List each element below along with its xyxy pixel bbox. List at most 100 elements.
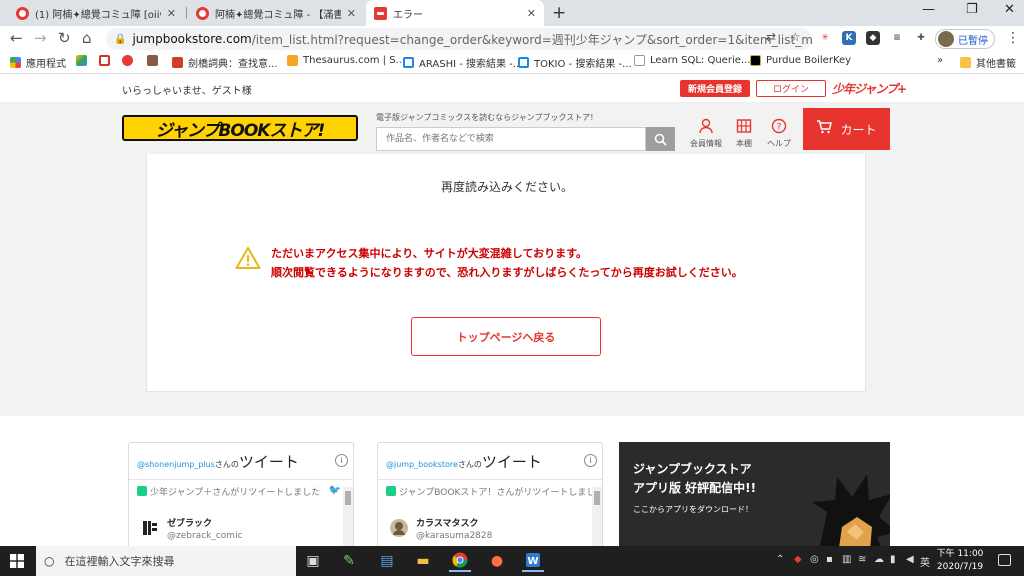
manga-character-illustration [812,474,890,546]
cart-button[interactable]: カート [803,108,890,150]
tweet-scrollbar[interactable] [592,487,602,546]
bookmark-arashi[interactable]: ARASHI - 搜索結果 -... [403,55,522,70]
window-close-icon[interactable]: ✕ [1004,2,1015,17]
tweet-account-link[interactable]: @jump_bookstore [386,460,458,469]
error-message-line-2: 順次閲覧できるようになりますので、恐れ入りますがしばらくたってから再度お試しくだ… [271,266,743,279]
bookmark-purdue[interactable]: Purdue BoilerKey [750,55,851,66]
purdue-icon [750,55,761,66]
bookmark-media[interactable] [147,55,163,66]
tweet-scrollbar[interactable] [343,487,353,546]
gmail-icon [99,55,110,66]
info-icon[interactable]: i [335,454,348,467]
search-input[interactable] [376,127,646,151]
restore-icon[interactable]: ❐ [966,2,978,17]
nav-member-info[interactable]: 会員情報 [686,118,726,149]
taskbar-search-box[interactable]: ○ 在這裡輸入文字來搜尋 [36,546,296,576]
tray-app-icon[interactable]: ▪ [826,554,833,565]
tray-ime-icon[interactable]: 英 [920,554,930,569]
app-download-banner[interactable]: ジャンプブックストア アプリ版 好評配信中!! ここからアプリをダウンロード！ [619,442,890,546]
address-bar[interactable]: 🔒 jumpbookstore.com /item_list.html?requ… [106,28,812,50]
scrollbar-thumb[interactable] [594,491,600,505]
bookmark-other[interactable]: 其他書籤 [960,55,1016,70]
tab-title: (1) 阿楠✦總覺コミュ障 [oiiwa] · [35,9,161,21]
site-logo[interactable]: ジャンプBOOKストア! [122,115,358,141]
bookmark-apps[interactable]: 應用程式 [10,55,66,70]
back-arrow-icon[interactable]: ← [10,29,23,47]
translate-icon[interactable]: ⇄ [766,30,776,44]
login-button[interactable]: ログイン [756,80,826,97]
jumpbookstore-favicon-icon [374,6,387,20]
tray-headset-icon[interactable]: ◎ [810,554,819,565]
tray-antivirus-icon[interactable]: ◆ [794,554,802,565]
bookmark-star-icon[interactable]: ☆ [790,30,801,44]
tweet-account-link[interactable]: @shonenjump_plus [137,460,215,469]
bookmark-drive[interactable] [76,55,92,66]
karasuma-avatar[interactable] [390,519,408,537]
forward-arrow-icon[interactable]: → [34,29,47,47]
close-icon[interactable]: ✕ [347,7,356,20]
tray-volume-icon[interactable]: ◀ [906,554,914,565]
document-icon [634,55,645,66]
tab-oiiwa-2[interactable]: 阿楠✦總覺コミュ障 - 【滿書推薦 ✕ [188,0,364,26]
info-icon[interactable]: i [584,454,597,467]
bookmarks-overflow-icon[interactable]: » [937,55,943,66]
paint-app-icon[interactable]: ✎ [338,550,360,572]
tweet-author-name[interactable]: ゼブラック [167,516,212,529]
tray-chevron-icon[interactable]: ⌃ [776,554,784,565]
profile-button[interactable]: 已暫停 [935,29,995,49]
tweet-author-handle[interactable]: @zebrack_comic [167,531,243,541]
lock-icon: 🔒 [114,33,127,45]
nav-bookshelf[interactable]: 本棚 [724,118,764,149]
minimize-icon[interactable]: — [922,2,935,17]
task-view-icon[interactable]: ▣ [302,550,324,572]
menu-kebab-icon[interactable]: ⋮ [1006,30,1020,46]
word-app-icon[interactable]: W [522,550,544,572]
help-icon: ? [759,118,799,136]
extension-k-icon[interactable]: K [842,31,856,45]
tray-cloud-icon[interactable]: ☁ [874,554,884,565]
bookmark-site[interactable] [122,55,138,66]
bookshelf-icon [724,118,764,136]
search-button[interactable] [646,127,675,151]
chrome-app-icon[interactable] [449,550,471,572]
bookmark-learn-sql[interactable]: Learn SQL: Querie... [634,55,750,66]
extension-cat-icon[interactable]: ◆ [866,31,880,45]
extension-list-icon[interactable]: ≡ [890,31,904,45]
bookmark-cambridge[interactable]: 劍橋詞典：查找意... [172,55,278,70]
nav-help[interactable]: ? ヘルプ [759,118,799,149]
windows-start-icon[interactable] [10,554,24,568]
close-icon[interactable]: ✕ [527,7,536,20]
extension-tracker-icon[interactable]: ✳ [818,31,832,45]
tab-strip: (1) 阿楠✦總覺コミュ障 [oiiwa] · ✕ 阿楠✦總覺コミュ障 - 【滿… [0,0,1024,26]
tray-chart-icon[interactable]: ▥ [842,554,851,565]
notepad-app-icon[interactable]: ▤ [376,550,398,572]
file-explorer-icon[interactable]: ▬ [412,550,434,572]
extensions-puzzle-icon[interactable]: ✚ [914,31,928,45]
home-icon[interactable]: ⌂ [82,29,92,47]
bookmark-thesaurus[interactable]: Thesaurus.com | S... [287,55,405,66]
reload-message: 再度読み込みください。 [440,180,573,194]
tweet-widget-jumpbookstore: @jump_bookstoreさんのツイート i ジャンプBOOKストア！さんが… [377,442,603,546]
close-icon[interactable]: ✕ [167,7,176,20]
scrollbar-thumb[interactable] [345,491,351,505]
apps-grid-icon [10,57,21,68]
taskbar-search-placeholder: 在這裡輸入文字來搜尋 [64,555,175,568]
bookmark-tokio[interactable]: TOKIO - 搜索結果 -... [518,55,632,70]
tray-battery-icon[interactable]: ▮ [890,554,896,565]
firefox-app-icon[interactable]: ● [486,550,508,572]
tray-network-icon[interactable]: ≋ [858,554,866,565]
jump-plus-logo[interactable]: 少年ジャンプ+ [832,80,907,97]
zebrack-avatar[interactable] [141,519,159,537]
tweet-author-handle[interactable]: @karasuma2828 [416,531,492,541]
bookmark-gmail[interactable] [99,55,115,66]
register-button[interactable]: 新規会員登録 [680,80,750,97]
tweet-author-name[interactable]: カラスマタスク [416,516,479,529]
taskbar-clock[interactable]: 下午 11:00 2020/7/19 [930,548,990,574]
back-to-top-button[interactable]: トップページへ戻る [411,317,601,356]
tab-error[interactable]: エラー ✕ [366,0,544,26]
error-message-line-1: ただいまアクセス集中により、サイトが大変混雑しております。 [271,247,588,260]
tab-oiiwa-1[interactable]: (1) 阿楠✦總覺コミュ障 [oiiwa] · ✕ [8,0,184,26]
new-tab-button[interactable]: + [552,3,566,23]
reload-icon[interactable]: ↻ [58,29,71,47]
notification-center-icon[interactable] [998,554,1011,566]
